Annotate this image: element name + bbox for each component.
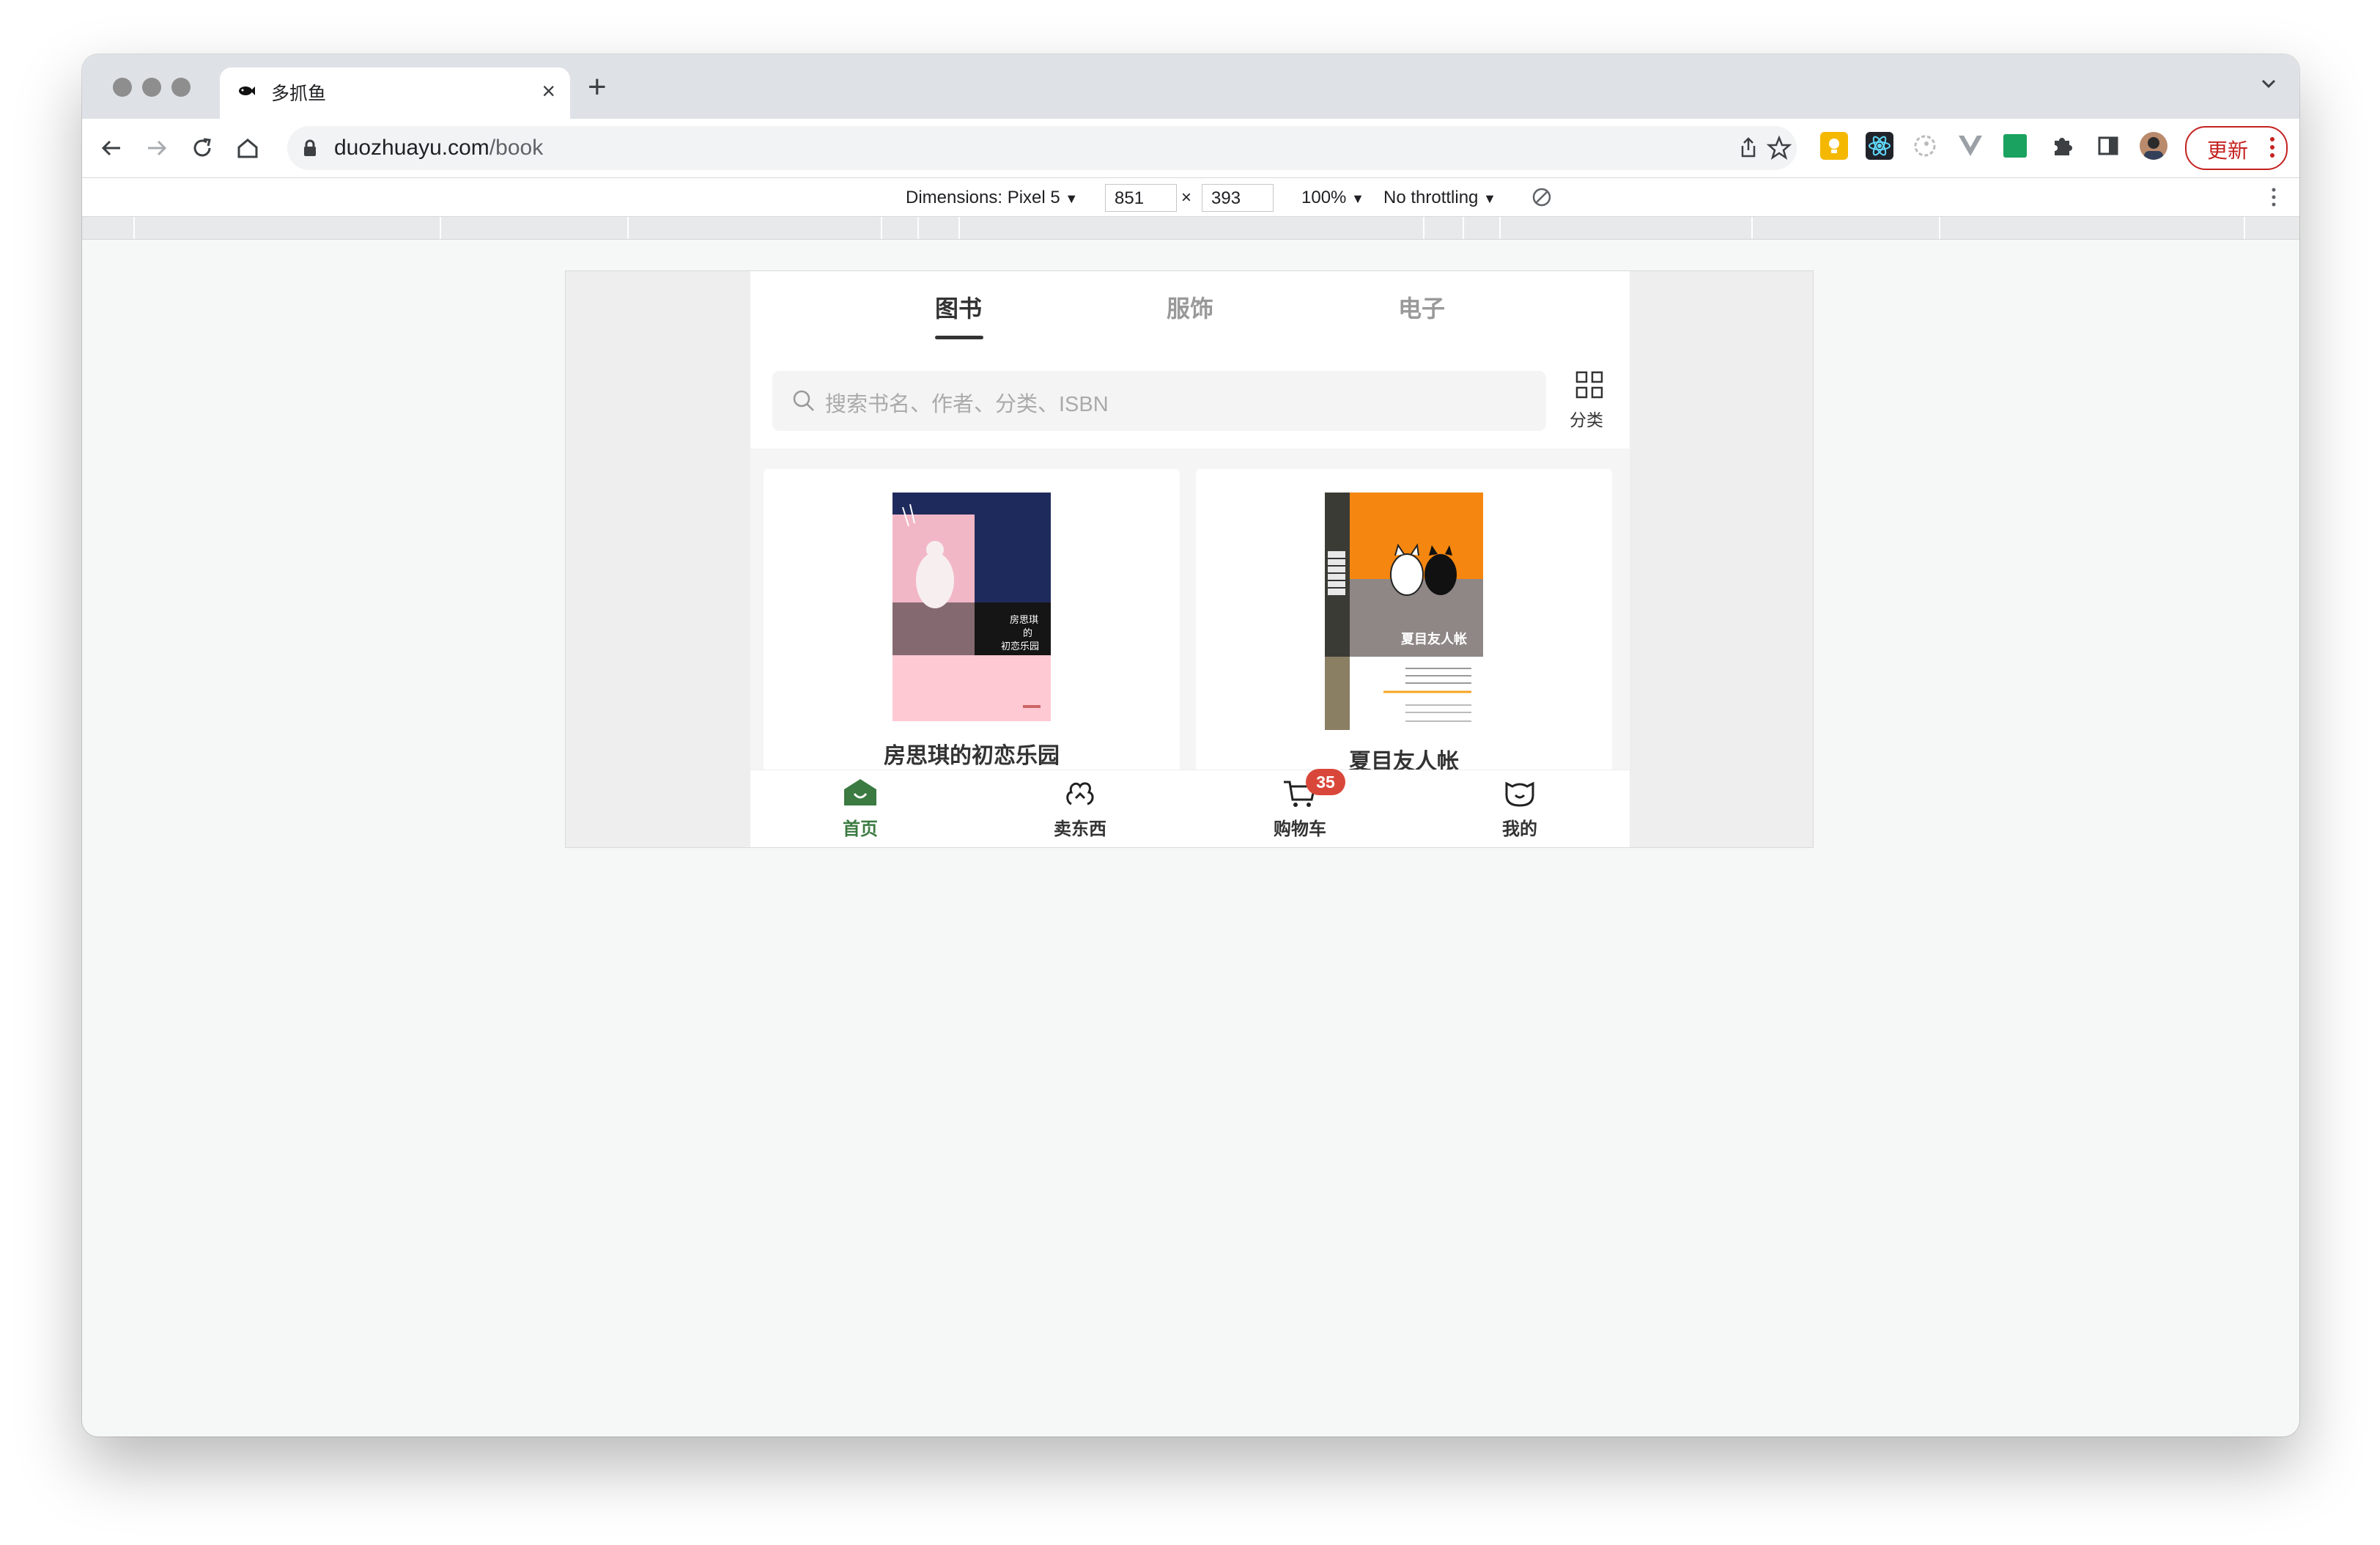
forward-arrow-icon[interactable] [142, 133, 171, 163]
reload-icon[interactable] [188, 133, 217, 163]
browser-tab[interactable]: 多抓鱼 × [220, 67, 570, 119]
bottom-tab-bar: 首页 卖东西 35 购物车 我的 [750, 769, 1630, 847]
tabbar-item-cart[interactable]: 35 购物车 [1190, 769, 1410, 847]
sell-icon [1066, 782, 1094, 805]
search-placeholder: 搜索书名、作者、分类、ISBN [825, 393, 1109, 416]
chevron-down-icon[interactable] [2258, 73, 2279, 94]
devtools-more-icon[interactable] [2272, 187, 2276, 207]
profile-avatar[interactable] [2140, 132, 2168, 160]
search-input[interactable]: 搜索书名、作者、分类、ISBN [772, 371, 1546, 431]
category-label: 分类 [1570, 410, 1603, 429]
device-height-input[interactable]: 393 [1202, 184, 1274, 212]
tab-close-button[interactable]: × [542, 76, 555, 106]
tab-title: 多抓鱼 [271, 84, 327, 104]
throttling-dropdown[interactable]: No throttling ▼ [1383, 188, 1496, 208]
tab-strip: 多抓鱼 × + [82, 54, 2299, 119]
bookmark-star-icon[interactable] [1766, 135, 1792, 161]
extension-react-icon[interactable] [1866, 132, 1893, 160]
update-button[interactable]: 更新 [2185, 126, 2288, 170]
media-query-ruler[interactable] [82, 217, 2299, 240]
address-bar[interactable]: duozhuayu.com/book [287, 126, 1797, 170]
new-tab-button[interactable]: + [588, 69, 607, 106]
url-text: duozhuayu.com/book [334, 136, 544, 160]
search-icon [793, 390, 814, 411]
rotate-device-icon[interactable] [1531, 187, 1552, 207]
minimize-window-button[interactable] [142, 78, 161, 97]
extension-dashed-circle-icon[interactable] [1911, 132, 1939, 160]
book-title: 房思琪的初恋乐园 [884, 744, 1060, 768]
device-viewport: 图书 服饰 电子 搜索书名、作者、分类、ISBN 分类 房思琪 的 初恋乐园 房… [566, 271, 1813, 847]
share-icon[interactable] [1735, 135, 1762, 161]
side-panel-icon[interactable] [2094, 132, 2122, 160]
browser-toolbar: duozhuayu.com/book 更新 [82, 119, 2299, 177]
cover-title-line3: 初恋乐园 [1001, 641, 1039, 652]
category-tabs: 图书 服饰 电子 [750, 271, 1630, 342]
extensions-puzzle-icon[interactable] [2049, 132, 2077, 160]
tab-books[interactable]: 图书 [935, 290, 982, 324]
cart-count-badge: 35 [1306, 769, 1345, 795]
tab-electronics[interactable]: 电子 [1398, 290, 1445, 324]
back-arrow-icon[interactable] [97, 133, 126, 163]
search-row: 搜索书名、作者、分类、ISBN 分类 [750, 342, 1630, 449]
dimensions-times: × [1181, 188, 1192, 207]
zoom-dropdown[interactable]: 100% ▼ [1301, 188, 1364, 208]
home-icon [844, 779, 876, 805]
lock-icon[interactable] [302, 139, 318, 157]
extension-vue-icon[interactable] [1956, 132, 1984, 160]
mobile-page: 图书 服饰 电子 搜索书名、作者、分类、ISBN 分类 房思琪 的 初恋乐园 房… [750, 271, 1630, 847]
dimensions-dropdown[interactable]: Dimensions: Pixel 5 ▼ [906, 188, 1078, 208]
maximize-window-button[interactable] [171, 78, 191, 97]
device-width-input[interactable]: 851 [1105, 184, 1177, 212]
category-button[interactable]: 分类 [1565, 371, 1614, 434]
profile-icon [1505, 781, 1534, 807]
extension-green-square-icon[interactable] [2003, 134, 2027, 158]
home-page-icon[interactable] [233, 133, 262, 163]
active-tab-indicator [935, 336, 983, 339]
more-menu-icon [2270, 137, 2274, 158]
cover-title: 夏目友人帐 [1401, 631, 1467, 647]
tabbar-item-profile[interactable]: 我的 [1410, 770, 1630, 847]
tabbar-item-sell[interactable]: 卖东西 [970, 770, 1190, 847]
tab-clothing[interactable]: 服饰 [1167, 290, 1213, 324]
cover-title-line2: 的 [1023, 627, 1032, 639]
tabbar-item-home[interactable]: 首页 [750, 770, 970, 847]
close-window-button[interactable] [113, 78, 132, 97]
extension-keep-icon[interactable] [1820, 132, 1848, 160]
device-toolbar: Dimensions: Pixel 5 ▼ 851 × 393 100% ▼ N… [82, 177, 2299, 217]
book-cover-image: 房思琪 的 初恋乐园 [892, 493, 1051, 721]
browser-window: 多抓鱼 × + duozhuayu.com/book 更新 Dimensions… [82, 54, 2299, 1437]
cover-title-line1: 房思琪 [1010, 614, 1038, 626]
fish-favicon-icon [239, 86, 255, 95]
book-cover-image: 夏目友人帐 [1325, 493, 1483, 730]
grid-icon [1575, 371, 1603, 399]
